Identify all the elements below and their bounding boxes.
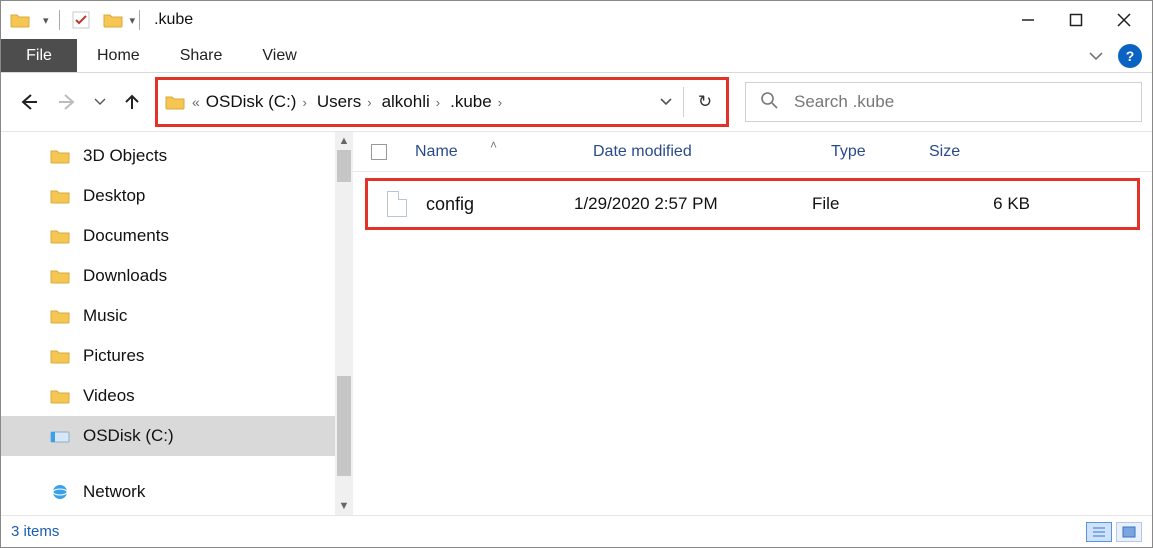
file-size: 6 KB [910, 194, 1070, 214]
sidebar-item-label: Pictures [83, 346, 144, 366]
sidebar-item[interactable]: Pictures [1, 336, 335, 376]
search-icon [760, 91, 778, 114]
column-type[interactable]: Type [821, 143, 919, 161]
chevron-right-icon[interactable]: › [498, 95, 502, 110]
scroll-thumb[interactable] [337, 376, 351, 476]
file-name: config [426, 194, 574, 215]
details-view-button[interactable] [1086, 522, 1112, 542]
column-label: Size [929, 143, 960, 161]
separator [139, 10, 140, 30]
file-row[interactable]: config 1/29/2020 2:57 PM File 6 KB [365, 178, 1140, 230]
sidebar-item-label: Documents [83, 226, 169, 246]
tab-view[interactable]: View [242, 39, 316, 72]
disk-icon [49, 427, 71, 445]
sidebar-item[interactable]: Documents [1, 216, 335, 256]
close-button[interactable] [1100, 4, 1148, 36]
file-type: File [812, 194, 910, 214]
minimize-button[interactable] [1004, 4, 1052, 36]
folder-icon [49, 227, 71, 245]
tab-home[interactable]: Home [77, 39, 160, 72]
search-input[interactable] [792, 91, 1127, 113]
history-dropdown-icon[interactable] [91, 85, 109, 119]
main-area: 3D Objects Desktop Documents Downloads Music… [1, 131, 1152, 515]
properties-icon[interactable] [70, 9, 92, 31]
ribbon-tabs: File Home Share View ? [1, 39, 1152, 73]
address-folder-icon [158, 94, 192, 110]
sidebar-item[interactable]: OSDisk (C:) [1, 416, 335, 456]
maximize-button[interactable] [1052, 4, 1100, 36]
overflow-chevron-icon[interactable]: « [192, 94, 200, 110]
sidebar-item-label: Network [83, 482, 145, 502]
qat-caret-icon[interactable]: ▾ [43, 14, 49, 27]
window-folder-icon [102, 11, 124, 29]
scroll-up-icon[interactable]: ▲ [335, 132, 353, 150]
chevron-right-icon[interactable]: › [436, 95, 440, 110]
search-box[interactable] [745, 82, 1142, 122]
column-date[interactable]: Date modified [583, 143, 821, 161]
title-caret-icon[interactable]: ▾ [130, 14, 136, 27]
network-icon [49, 483, 71, 501]
sidebar-item[interactable]: Desktop [1, 176, 335, 216]
folder-icon [49, 347, 71, 365]
sidebar-item[interactable]: Downloads [1, 256, 335, 296]
column-label: Type [831, 143, 866, 161]
up-button[interactable] [115, 85, 149, 119]
column-name[interactable]: ˄Name [405, 143, 583, 161]
sort-ascending-icon: ˄ [490, 138, 497, 152]
navigation-pane: 3D Objects Desktop Documents Downloads Music… [1, 132, 353, 515]
address-bar[interactable]: « OSDisk (C:) › Users › alkohli › .kube › ↻ [155, 77, 729, 127]
chevron-right-icon[interactable]: › [302, 95, 306, 110]
folder-icon [49, 187, 71, 205]
breadcrumb-item[interactable]: alkohli [382, 92, 430, 112]
refresh-button[interactable]: ↻ [684, 92, 726, 112]
forward-button[interactable] [51, 85, 85, 119]
select-all-checkbox[interactable] [353, 144, 405, 160]
sidebar-item-label: Desktop [83, 186, 145, 206]
sidebar-item-label: Music [83, 306, 127, 326]
sidebar-item-label: Videos [83, 386, 135, 406]
help-button[interactable]: ? [1118, 44, 1142, 68]
file-icon [368, 191, 426, 217]
sidebar-item[interactable]: 3D Objects [1, 136, 335, 176]
folder-icon [49, 267, 71, 285]
quick-access-toolbar: ▾ [9, 9, 92, 31]
tab-share[interactable]: Share [160, 39, 243, 72]
sidebar-item[interactable]: Videos [1, 376, 335, 416]
file-date: 1/29/2020 2:57 PM [574, 194, 812, 214]
folder-icon [49, 307, 71, 325]
title-bar: ▾ ▾ .kube [1, 1, 1152, 39]
scroll-thumb[interactable] [337, 150, 351, 182]
column-size[interactable]: Size [919, 143, 1079, 161]
breadcrumb-item[interactable]: Users [317, 92, 361, 112]
chevron-right-icon[interactable]: › [367, 95, 371, 110]
folder-icon [49, 387, 71, 405]
column-label: Date modified [593, 143, 692, 161]
separator [59, 10, 60, 30]
navigation-row: « OSDisk (C:) › Users › alkohli › .kube › ↻ [1, 73, 1152, 131]
sidebar-item-label: 3D Objects [83, 146, 167, 166]
sidebar-item-label: Downloads [83, 266, 167, 286]
breadcrumb-item[interactable]: .kube [450, 92, 492, 112]
folder-icon [49, 147, 71, 165]
thumbnails-view-button[interactable] [1116, 522, 1142, 542]
column-label: Name [415, 143, 458, 161]
status-text: 3 items [11, 523, 59, 540]
address-dropdown-icon[interactable] [649, 97, 683, 107]
view-toggle [1086, 522, 1142, 542]
scroll-down-icon[interactable]: ▼ [335, 497, 353, 515]
status-bar: 3 items [1, 515, 1152, 547]
sidebar-item[interactable]: Network [1, 472, 335, 512]
window-title: .kube [154, 11, 193, 29]
sidebar-item-label: OSDisk (C:) [83, 426, 174, 446]
back-button[interactable] [11, 85, 45, 119]
file-list-pane: ˄Name Date modified Type Size config 1/2… [353, 132, 1152, 515]
breadcrumb-item[interactable]: OSDisk (C:) [206, 92, 297, 112]
folder-icon[interactable] [9, 11, 31, 29]
column-headers: ˄Name Date modified Type Size [353, 132, 1152, 172]
sidebar-scrollbar[interactable]: ▲ ▼ [335, 132, 353, 515]
sidebar-item[interactable]: Music [1, 296, 335, 336]
ribbon-expand-icon[interactable] [1080, 39, 1112, 72]
file-menu[interactable]: File [1, 39, 77, 72]
